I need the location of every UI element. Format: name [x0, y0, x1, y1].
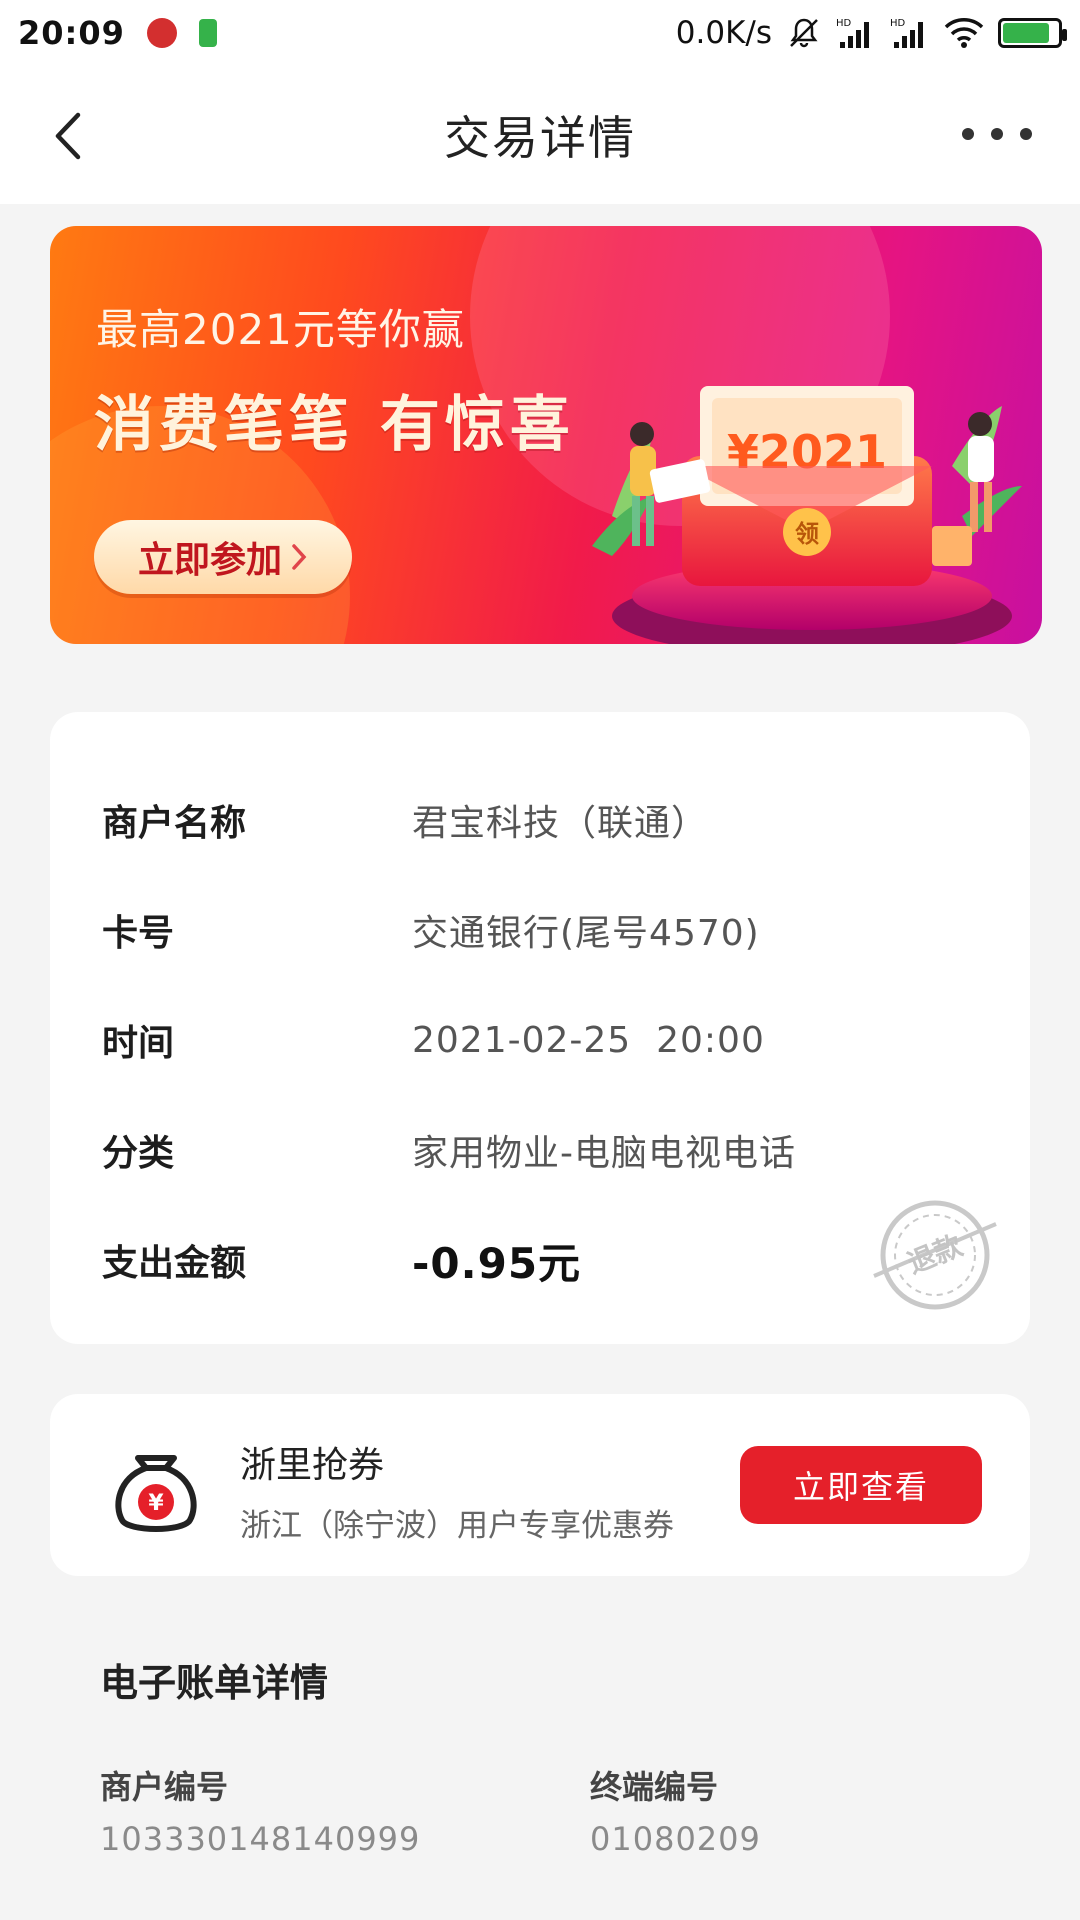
wifi-icon — [944, 17, 984, 49]
svg-text:¥: ¥ — [148, 1491, 164, 1516]
category-label: 分类 — [102, 1133, 175, 1174]
coupon-description: 浙江（除宁波）用户专享优惠券 — [240, 1508, 674, 1544]
app-notification-icon — [146, 18, 177, 48]
info-row-amount: 支出金额 -0.95元 — [102, 1230, 990, 1290]
merchant-label: 商户名称 — [102, 803, 247, 844]
signal-hd-icon: HD — [836, 16, 876, 50]
battery-saver-icon — [198, 19, 217, 47]
card-value: 交通银行(尾号4570) — [412, 913, 760, 954]
status-time: 20:09 — [18, 14, 125, 52]
time-value: 2021-02-25 20:00 — [412, 1019, 765, 1061]
battery-charging-icon — [998, 18, 1067, 48]
banner-headline: 消费笔笔 有惊喜 — [94, 390, 575, 460]
svg-text:HD: HD — [836, 18, 852, 29]
refund-stamp: 退款 — [873, 1200, 997, 1310]
promo-banner[interactable]: 最高2021元等你赢 消费笔笔 有惊喜 立即参加 ¥2021 领 — [50, 226, 1042, 644]
more-dots-icon[interactable] — [962, 114, 1032, 154]
amount-value: -0.95元 — [412, 1238, 582, 1288]
time-label: 时间 — [102, 1023, 175, 1064]
money-bag-icon: ¥ — [115, 1455, 197, 1532]
banner-subtitle: 最高2021元等你赢 — [96, 305, 465, 354]
join-now-button[interactable]: 立即参加 — [94, 520, 352, 594]
status-bar: 20:09 0.0K/s HD HD — [0, 0, 1080, 66]
network-speed: 0.0K/s — [675, 15, 772, 51]
terminal-no-value: 01080209 — [590, 1820, 761, 1858]
coupon-title: 浙里抢券 — [240, 1445, 385, 1486]
mute-icon — [786, 15, 822, 51]
chevron-right-icon — [292, 544, 307, 570]
envelope-badge: 领 — [795, 520, 819, 548]
merchant-no-label: 商户编号 — [100, 1768, 229, 1806]
coupon-card[interactable]: ¥ 浙里抢券 浙江（除宁波）用户专享优惠券 立即查看 — [50, 1394, 1030, 1576]
transaction-info-card: 商户名称 君宝科技（联通） 卡号 交通银行(尾号4570) 时间 2021-02… — [50, 712, 1030, 1344]
info-row-card: 卡号 交通银行(尾号4570) — [102, 900, 990, 960]
amount-label: 支出金额 — [102, 1243, 247, 1284]
top-nav-bar: 交易详情 — [0, 66, 1080, 204]
merchant-no-value: 103330148140999 — [100, 1820, 421, 1858]
page-title: 交易详情 — [444, 111, 636, 165]
svg-text:HD: HD — [890, 18, 906, 29]
refund-stamp-text: 退款 — [903, 1228, 968, 1280]
prize-envelope-illustration: ¥2021 领 — [592, 386, 1022, 644]
terminal-no-label: 终端编号 — [590, 1768, 719, 1806]
info-row-time: 时间 2021-02-25 20:00 — [102, 1010, 990, 1070]
signal-hd-icon: HD — [890, 16, 930, 50]
card-label: 卡号 — [102, 913, 175, 954]
chevron-left-icon[interactable] — [38, 106, 98, 166]
join-now-label: 立即参加 — [137, 540, 282, 581]
category-value: 家用物业-电脑电视电话 — [412, 1133, 796, 1174]
battery-level-fill — [1003, 23, 1049, 43]
info-row-merchant: 商户名称 君宝科技（联通） — [102, 790, 990, 850]
info-row-category: 分类 家用物业-电脑电视电话 — [102, 1120, 990, 1180]
ebill-section-title: 电子账单详情 — [100, 1661, 329, 1705]
merchant-value: 君宝科技（联通） — [412, 803, 709, 844]
view-now-button[interactable]: 立即查看 — [740, 1446, 982, 1524]
